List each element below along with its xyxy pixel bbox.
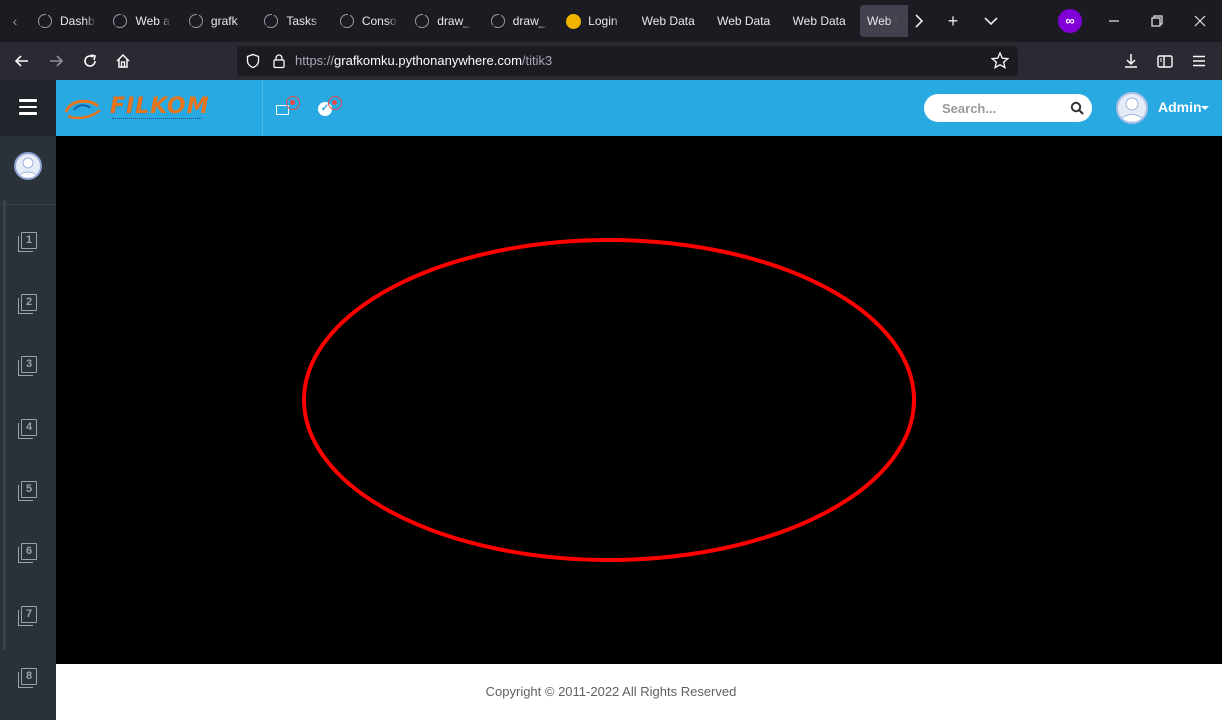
back-arrow-icon[interactable]	[9, 48, 35, 74]
emoji-icon	[566, 14, 582, 29]
sidebar-item-5[interactable]: 5	[18, 481, 40, 503]
sidebar-avatar[interactable]	[14, 152, 42, 180]
close-window-icon[interactable]	[1187, 8, 1213, 34]
browser-tab-active[interactable]: Web D×	[859, 5, 908, 37]
globe-icon	[490, 14, 505, 28]
home-icon[interactable]	[110, 48, 136, 74]
sidebar-item-3[interactable]: 3	[18, 356, 40, 378]
app-topbar: FILKOM ✓ Admin	[56, 80, 1222, 136]
filkom-logo[interactable]: FILKOM	[64, 94, 208, 124]
browser-tab[interactable]: draw_	[481, 5, 552, 37]
globe-icon	[415, 14, 430, 28]
globe-icon	[188, 14, 203, 28]
tab-scroll-right-icon[interactable]	[906, 8, 932, 34]
sidebar-scrollbar[interactable]	[3, 200, 6, 650]
sidebar-divider	[0, 204, 56, 205]
sidebar-item-7[interactable]: 7	[18, 606, 40, 628]
reload-icon[interactable]	[77, 48, 103, 74]
filter-2-icon: 2	[21, 294, 37, 311]
browser-tab-strip: ‹ Dashb Web a grafk Tasks Conso draw_ dr…	[0, 0, 1222, 42]
lock-icon[interactable]	[271, 53, 287, 69]
sidebar-item-1[interactable]: 1	[18, 232, 40, 254]
browser-tab[interactable]: Conso	[330, 5, 401, 37]
globe-icon	[264, 14, 279, 28]
tasks-notification[interactable]: ✓	[318, 96, 348, 120]
user-menu-label[interactable]: Admin	[1158, 99, 1202, 115]
filter-3-icon: 3	[21, 356, 37, 373]
filter-8-icon: 8	[21, 668, 37, 685]
chevron-down-icon[interactable]	[1201, 106, 1209, 110]
browser-tab[interactable]: Web Data	[632, 5, 703, 37]
globe-icon	[38, 14, 52, 28]
logo-tagline	[112, 118, 202, 121]
browser-nav-bar: https://grafkomku.pythonanywhere.com/tit…	[0, 42, 1222, 80]
user-avatar[interactable]	[1116, 92, 1148, 124]
search-box	[924, 94, 1092, 122]
browser-tab[interactable]: Web Data	[707, 5, 778, 37]
search-icon[interactable]	[1070, 101, 1084, 115]
drawing-canvas[interactable]	[56, 136, 1222, 664]
forward-arrow-icon[interactable]	[43, 48, 69, 74]
hamburger-menu-icon[interactable]	[19, 99, 37, 115]
notification-dot-icon	[286, 96, 300, 110]
filter-5-icon: 5	[21, 481, 37, 498]
tab-scroll-left-icon[interactable]: ‹	[4, 10, 26, 32]
red-ellipse	[302, 238, 916, 562]
globe-icon	[339, 14, 354, 28]
browser-tab[interactable]: Dashb	[28, 5, 99, 37]
browser-tab[interactable]: Web Data	[783, 5, 854, 37]
minimize-icon[interactable]	[1101, 8, 1127, 34]
tracking-shield-icon[interactable]	[245, 53, 261, 69]
browser-tab[interactable]: Tasks	[254, 5, 325, 37]
sidebar-header	[0, 80, 56, 136]
canvas-svg	[302, 238, 916, 562]
page-footer: Copyright © 2011-2022 All Rights Reserve…	[56, 664, 1222, 720]
notification-dot-icon	[328, 96, 342, 110]
private-browsing-icon: ∞	[1058, 9, 1082, 33]
filter-7-icon: 7	[21, 606, 37, 623]
tab-list: Dashb Web a grafk Tasks Conso draw_ draw…	[28, 5, 908, 37]
copyright-text: Copyright © 2011-2022 All Rights Reserve…	[485, 684, 737, 699]
logo-text: FILKOM	[110, 94, 210, 119]
app-sidebar: 1 2 3 4 5 6 7 8	[0, 80, 56, 720]
url-text[interactable]: https://grafkomku.pythonanywhere.com/tit…	[295, 46, 552, 76]
logo-swirl-icon	[64, 99, 101, 120]
sidebar-item-6[interactable]: 6	[18, 543, 40, 565]
browser-tab[interactable]: grafk	[179, 5, 250, 37]
list-all-tabs-icon[interactable]	[978, 8, 1004, 34]
url-bar[interactable]: https://grafkomku.pythonanywhere.com/tit…	[237, 46, 1018, 76]
globe-icon	[113, 14, 128, 28]
sidebar-toggle-icon[interactable]	[1152, 48, 1178, 74]
filter-6-icon: 6	[21, 543, 37, 560]
bookmark-star-icon[interactable]	[988, 49, 1012, 73]
search-input[interactable]	[942, 94, 1062, 122]
sidebar-item-2[interactable]: 2	[18, 294, 40, 316]
sidebar-item-8[interactable]: 8	[18, 668, 40, 690]
sidebar-item-4[interactable]: 4	[18, 419, 40, 441]
messages-notification[interactable]	[276, 96, 306, 120]
restore-icon[interactable]	[1144, 8, 1170, 34]
new-tab-button[interactable]: +	[940, 8, 966, 34]
browser-tab[interactable]: Login	[556, 5, 627, 37]
browser-tab[interactable]: draw_	[405, 5, 476, 37]
filter-1-icon: 1	[21, 232, 37, 249]
topbar-divider	[262, 80, 263, 136]
downloads-icon[interactable]	[1118, 48, 1144, 74]
web-page: 1 2 3 4 5 6 7 8 FILKOM ✓ Search... Admin…	[0, 80, 1222, 720]
app-menu-icon[interactable]	[1186, 48, 1212, 74]
filter-4-icon: 4	[21, 419, 37, 436]
browser-tab[interactable]: Web a	[103, 5, 174, 37]
